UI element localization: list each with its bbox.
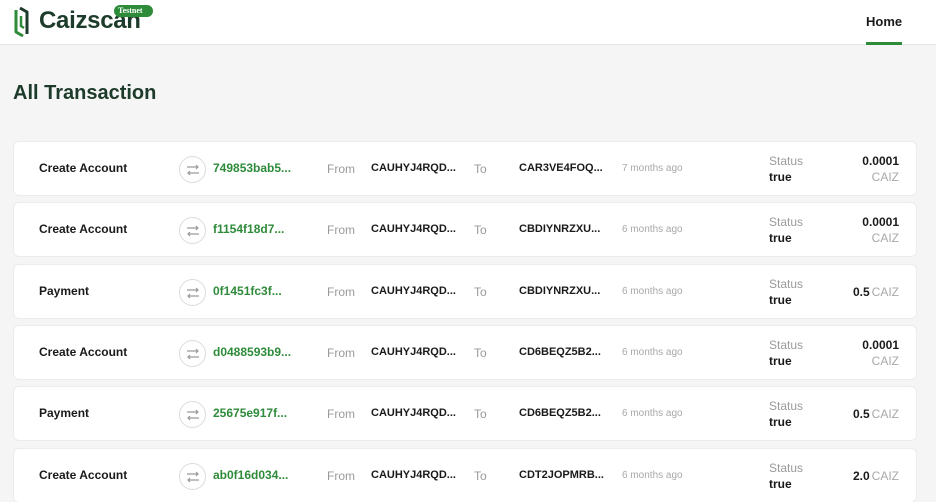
status-label: Status	[769, 338, 804, 352]
network-badge: Testnet	[114, 5, 153, 17]
amount-value-inline: 0.5 CAIZ	[853, 285, 899, 299]
transaction-row[interactable]: Create Account ab0f16d034... From CAUHYJ4RQ…	[13, 448, 917, 502]
transaction-age: 6 months ago	[622, 347, 683, 358]
swap-arrows-icon	[179, 279, 206, 306]
transaction-age: 6 months ago	[622, 224, 683, 235]
transaction-row[interactable]: Create Account d0488593b9... From CAUHYJ4RQ…	[13, 325, 917, 380]
amount-value-inline: 2.0 CAIZ	[853, 469, 899, 483]
transaction-row[interactable]: Create Account f1154f18d7... From CAUHYJ4RQ…	[13, 202, 917, 257]
transaction-row[interactable]: Payment 25675e917f... From CAUHYJ4RQD... To C…	[13, 386, 917, 441]
transaction-row[interactable]: Create Account 749853bab5... From CAUHYJ4RQ…	[13, 141, 917, 196]
transaction-type: Create Account	[39, 161, 128, 175]
top-nav-bar: Caizscan Testnet Home	[0, 0, 936, 45]
to-label: To	[474, 162, 487, 176]
status-label: Status	[769, 215, 804, 229]
status-label: Status	[769, 461, 804, 475]
amount-value: 0.0001	[862, 215, 899, 229]
amount-value: 0.0001	[862, 154, 899, 168]
status-value: true	[769, 477, 792, 491]
to-label: To	[474, 407, 487, 421]
from-label: From	[327, 162, 355, 176]
to-label: To	[474, 223, 487, 237]
caizscan-logo-icon[interactable]	[12, 6, 32, 38]
to-label: To	[474, 469, 487, 483]
to-address[interactable]: CBDIYNRZXU...	[519, 285, 600, 297]
status-value: true	[769, 293, 792, 307]
amount-value: 0.5	[852, 407, 870, 421]
to-label: To	[474, 285, 487, 299]
amount-unit: CAIZ	[871, 170, 899, 184]
to-label: To	[474, 346, 487, 360]
transaction-type: Payment	[39, 406, 90, 420]
status-label: Status	[769, 154, 804, 168]
amount-unit: CAIZ	[871, 231, 899, 245]
from-address[interactable]: CAUHYJ4RQD...	[371, 285, 456, 297]
status-value: true	[769, 354, 792, 368]
amount-value: 2.0	[852, 469, 870, 483]
transaction-hash-link[interactable]: 0f1451fc3f...	[213, 284, 282, 298]
swap-arrows-icon	[179, 463, 206, 490]
transaction-type: Create Account	[39, 468, 128, 482]
to-address[interactable]: CAR3VE4FOQ...	[519, 162, 603, 174]
from-address[interactable]: CAUHYJ4RQD...	[371, 346, 456, 358]
from-address[interactable]: CAUHYJ4RQD...	[371, 162, 456, 174]
transaction-hash-link[interactable]: d0488593b9...	[213, 345, 291, 359]
from-label: From	[327, 223, 355, 237]
status-label: Status	[769, 399, 804, 413]
status-value: true	[769, 231, 792, 245]
status-label: Status	[769, 277, 804, 291]
from-address[interactable]: CAUHYJ4RQD...	[371, 407, 456, 419]
amount-value: 0.5	[852, 285, 870, 299]
from-label: From	[327, 469, 355, 483]
status-value: true	[769, 170, 792, 184]
to-address[interactable]: CD6BEQZ5B2...	[519, 346, 601, 358]
transaction-hash-link[interactable]: 749853bab5...	[213, 161, 291, 175]
status-value: true	[769, 415, 792, 429]
transaction-age: 6 months ago	[622, 286, 683, 297]
from-label: From	[327, 285, 355, 299]
swap-arrows-icon	[179, 401, 206, 428]
transaction-hash-link[interactable]: f1154f18d7...	[213, 222, 284, 236]
amount-unit: CAIZ	[871, 285, 899, 299]
transaction-row[interactable]: Payment 0f1451fc3f... From CAUHYJ4RQD... To C…	[13, 264, 917, 319]
swap-arrows-icon	[179, 217, 206, 244]
transaction-age: 6 months ago	[622, 470, 683, 481]
transaction-hash-link[interactable]: 25675e917f...	[213, 406, 287, 420]
transaction-type: Create Account	[39, 222, 128, 236]
from-address[interactable]: CAUHYJ4RQD...	[371, 223, 456, 235]
transaction-type: Payment	[39, 284, 90, 298]
transaction-age: 7 months ago	[622, 163, 683, 174]
amount-unit: CAIZ	[871, 469, 899, 483]
transaction-hash-link[interactable]: ab0f16d034...	[213, 468, 288, 482]
amount-value: 0.0001	[862, 338, 899, 352]
to-address[interactable]: CD6BEQZ5B2...	[519, 407, 601, 419]
amount-value-inline: 0.5 CAIZ	[853, 407, 899, 421]
page-title: All Transaction	[13, 82, 157, 104]
amount-unit: CAIZ	[871, 407, 899, 421]
swap-arrows-icon	[179, 156, 206, 183]
transaction-type: Create Account	[39, 345, 128, 359]
swap-arrows-icon	[179, 340, 206, 367]
from-label: From	[327, 346, 355, 360]
from-label: From	[327, 407, 355, 421]
nav-home-link[interactable]: Home	[866, 14, 902, 45]
transaction-age: 6 months ago	[622, 408, 683, 419]
from-address[interactable]: CAUHYJ4RQD...	[371, 469, 456, 481]
to-address[interactable]: CBDIYNRZXU...	[519, 223, 600, 235]
nav-active-indicator	[866, 42, 902, 45]
to-address[interactable]: CDT2JOPMRB...	[519, 469, 604, 481]
amount-unit: CAIZ	[871, 354, 899, 368]
